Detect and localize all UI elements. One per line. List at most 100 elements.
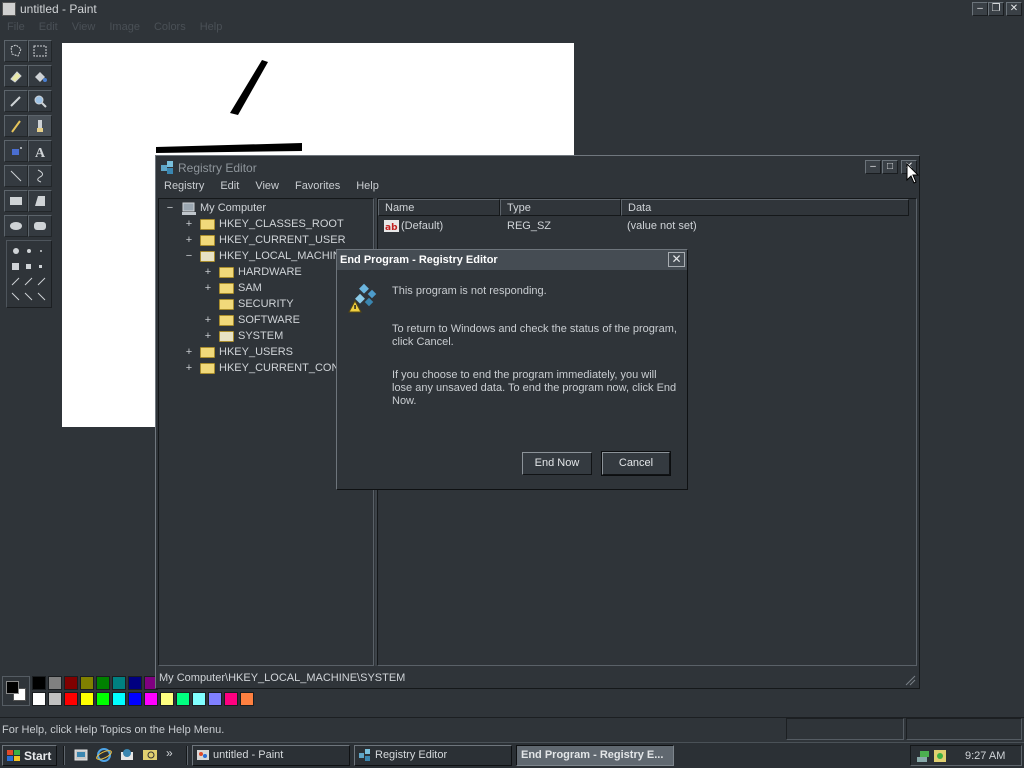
folder-open-icon (200, 251, 215, 262)
dialog-close-button[interactable]: ✕ (668, 252, 685, 267)
polygon-tool[interactable] (28, 190, 52, 212)
regedit-title-bar[interactable]: Registry Editor – □ ✕ (156, 156, 919, 178)
collapse-toggle[interactable]: − (165, 202, 175, 214)
paint-title-bar[interactable]: untitled - Paint – ❐ ✕ (0, 0, 1024, 18)
paint-restore-button[interactable]: ❐ (988, 2, 1004, 16)
tool-options-panel[interactable] (6, 240, 52, 308)
expand-toggle[interactable]: + (203, 266, 213, 278)
dialog-title: End Program - Registry Editor (340, 254, 498, 266)
swatch-2-7[interactable] (128, 692, 142, 706)
swatch-2-10[interactable] (176, 692, 190, 706)
swatch-2-6[interactable] (112, 692, 126, 706)
curve-tool[interactable] (28, 165, 52, 187)
column-header-type[interactable]: Type (500, 199, 621, 216)
eraser-tool[interactable] (4, 65, 28, 87)
swatch-1-3[interactable] (64, 676, 78, 690)
paint-menu-edit[interactable]: Edit (32, 19, 65, 33)
collapse-toggle[interactable]: − (184, 250, 194, 262)
regedit-menu-favorites[interactable]: Favorites (287, 178, 348, 192)
quick-launch-more-button[interactable]: » (166, 746, 173, 760)
text-tool[interactable]: A (28, 140, 52, 162)
resize-grip-icon[interactable] (904, 674, 916, 686)
regedit-menu-help[interactable]: Help (348, 178, 387, 192)
paint-status-text: For Help, click Help Topics on the Help … (2, 724, 225, 736)
swatch-2-11[interactable] (192, 692, 206, 706)
line-tool[interactable] (4, 165, 28, 187)
taskbar-button-end-program[interactable]: End Program - Registry E... (516, 745, 674, 766)
swatch-2-13[interactable] (224, 692, 238, 706)
expand-toggle[interactable]: + (184, 362, 194, 374)
paint-window-title: untitled - Paint (20, 2, 97, 16)
dialog-title-bar[interactable]: End Program - Registry Editor ✕ (337, 250, 687, 270)
swatch-2-5[interactable] (96, 692, 110, 706)
paint-minimize-button[interactable]: – (972, 2, 988, 16)
show-desktop-icon[interactable] (73, 747, 89, 763)
swatch-1-6[interactable] (112, 676, 126, 690)
task-label: untitled - Paint (213, 749, 284, 761)
taskbar-clock[interactable]: 9:27 AM (965, 750, 1005, 762)
status-size-box (906, 718, 1022, 740)
swatch-1-7[interactable] (128, 676, 142, 690)
search-icon[interactable] (142, 747, 158, 763)
paint-menu-view[interactable]: View (65, 19, 103, 33)
column-header-name[interactable]: Name (378, 199, 500, 216)
start-button[interactable]: Start (2, 745, 57, 766)
expand-toggle[interactable]: + (203, 314, 213, 326)
paint-menu-file[interactable]: File (0, 19, 32, 33)
outlook-express-icon[interactable] (119, 747, 135, 763)
end-now-button[interactable]: End Now (522, 452, 592, 475)
taskbar-button-regedit[interactable]: Registry Editor (354, 745, 512, 766)
regedit-minimize-button[interactable]: – (865, 160, 881, 174)
expand-toggle[interactable]: + (184, 346, 194, 358)
swatch-2-4[interactable] (80, 692, 94, 706)
expand-toggle[interactable]: + (184, 234, 194, 246)
tree-node-label: HARDWARE (238, 266, 302, 278)
swatch-2-14[interactable] (240, 692, 254, 706)
swatch-2-1[interactable] (32, 692, 46, 706)
rect-select-tool[interactable] (28, 40, 52, 62)
swatch-1-2[interactable] (48, 676, 62, 690)
magnifier-tool[interactable] (28, 90, 52, 112)
column-header-data[interactable]: Data (621, 199, 909, 216)
taskbar-button-paint[interactable]: untitled - Paint (192, 745, 350, 766)
pencil-tool[interactable] (4, 115, 28, 137)
swatch-2-9[interactable] (160, 692, 174, 706)
network-icon[interactable] (915, 748, 931, 764)
color-picker-tool[interactable] (4, 90, 28, 112)
ellipse-tool[interactable] (4, 215, 28, 237)
swatch-2-8[interactable] (144, 692, 158, 706)
paint-menu-help[interactable]: Help (193, 19, 230, 33)
rounded-rect-tool[interactable] (28, 215, 52, 237)
rectangle-tool[interactable] (4, 190, 28, 212)
tree-node-hkcr[interactable]: + HKEY_CLASSES_ROOT (184, 217, 373, 233)
airbrush-tool[interactable] (4, 140, 28, 162)
swatch-1-4[interactable] (80, 676, 94, 690)
cancel-button[interactable]: Cancel (601, 451, 671, 476)
tree-node-label: HKEY_LOCAL_MACHINE (219, 250, 348, 262)
tree-node-hkcu[interactable]: + HKEY_CURRENT_USER (184, 233, 373, 249)
regedit-maximize-button[interactable]: □ (882, 160, 898, 174)
regedit-window-title: Registry Editor (178, 161, 257, 175)
free-select-tool[interactable] (4, 40, 28, 62)
brush-tool[interactable] (28, 115, 52, 137)
paint-menu-colors[interactable]: Colors (147, 19, 193, 33)
fill-tool[interactable] (28, 65, 52, 87)
value-row[interactable]: ab (Default) REG_SZ (value not set) (380, 218, 910, 236)
internet-explorer-icon[interactable] (96, 747, 112, 763)
regedit-menu-edit[interactable]: Edit (212, 178, 247, 192)
regedit-menu-registry[interactable]: Registry (156, 178, 212, 192)
paint-close-button[interactable]: ✕ (1006, 2, 1022, 16)
swatch-2-2[interactable] (48, 692, 62, 706)
tree-node-my-computer[interactable]: − My Computer (165, 201, 365, 217)
paint-menu-image[interactable]: Image (102, 19, 147, 33)
expand-toggle[interactable]: + (184, 218, 194, 230)
dialog-message-line1: This program is not responding. (392, 285, 547, 297)
regedit-menu-view[interactable]: View (247, 178, 287, 192)
swatch-1-1[interactable] (32, 676, 46, 690)
swatch-1-5[interactable] (96, 676, 110, 690)
expand-toggle[interactable]: + (203, 330, 213, 342)
swatch-2-12[interactable] (208, 692, 222, 706)
expand-toggle[interactable]: + (203, 282, 213, 294)
swatch-2-3[interactable] (64, 692, 78, 706)
volume-icon[interactable] (933, 748, 949, 764)
